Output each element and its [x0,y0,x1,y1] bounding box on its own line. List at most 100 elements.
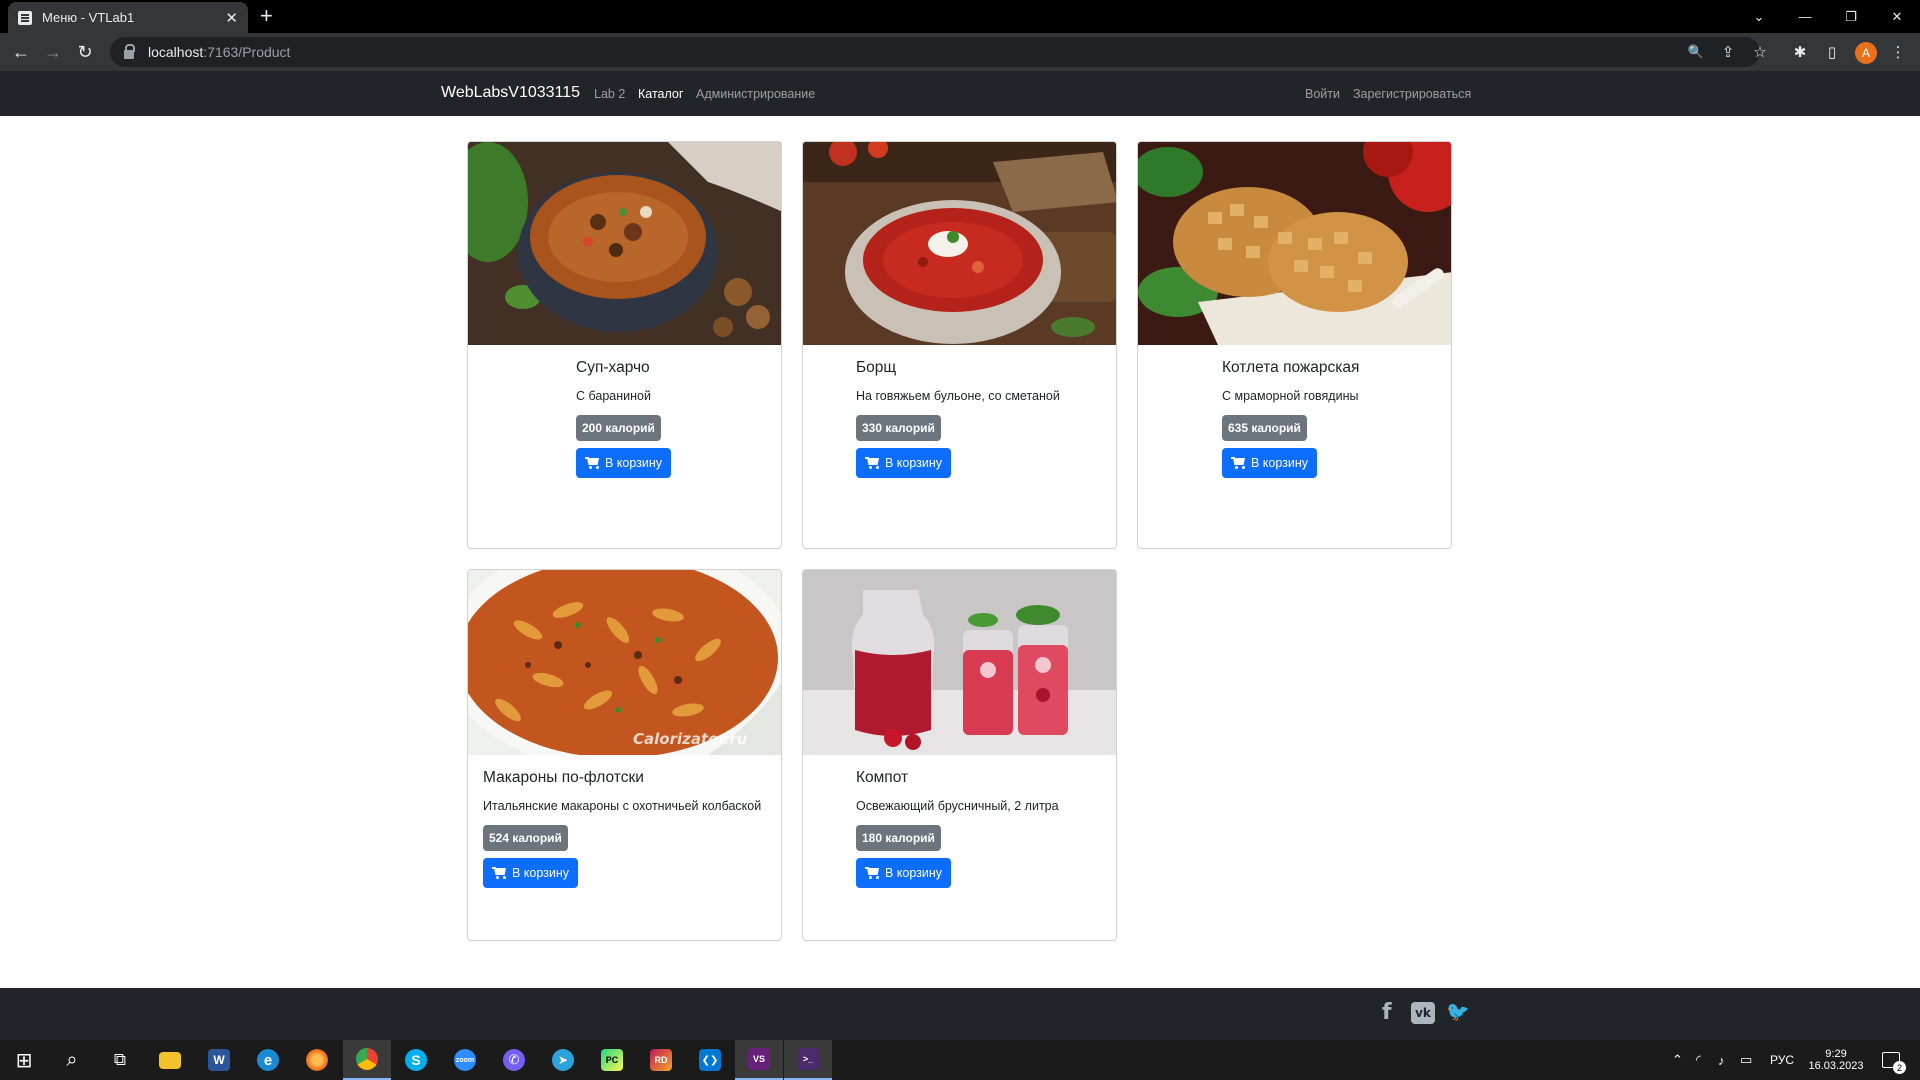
site-navbar: WebLabsV1033115 Lab 2 Каталог Администри… [0,71,1920,116]
restore-button[interactable]: ❐ [1828,0,1874,33]
taskbar-app-zoom[interactable]: zoom [441,1040,489,1080]
close-window-button[interactable]: ✕ [1874,0,1920,33]
taskbar-app-chrome[interactable] [343,1040,391,1080]
product-description: С бараниной [576,389,651,403]
clock[interactable]: 9:29 16.03.2023 [1806,1040,1866,1080]
clock-date: 16.03.2023 [1808,1060,1864,1072]
tab-search-icon[interactable]: ⌄ [1736,0,1782,33]
bookmark-star-icon[interactable]: ☆ [1746,33,1774,71]
nav-link-admin[interactable]: Администрирование [696,87,815,101]
add-to-cart-button[interactable]: В корзину [856,858,952,888]
twitter-icon[interactable]: 🐦 [1446,1000,1470,1023]
product-description: Итальянские макароны с охотничьей колбас… [483,799,762,813]
battery-icon[interactable]: ▭ [1740,1040,1752,1080]
product-card: Calorizator.ru Макароны по-флотски Италь… [467,569,782,941]
folder-icon [159,1051,181,1069]
add-to-cart-label: В корзину [885,456,943,470]
product-image-kharcho [468,142,781,345]
cart-icon [1231,457,1247,469]
calories-badge: 330 калорий [856,415,941,441]
product-title: Макароны по-флотски [483,769,644,786]
browser-toolbar: ← → ↻ localhost:7163/Product 🔍 ⇪ ☆ ✱ ▯ ⋮ [0,33,1920,71]
product-title: Котлета пожарская [1222,359,1360,376]
login-link[interactable]: Войти [1305,87,1340,101]
product-card: Котлета пожарская С мраморной говядины 6… [1137,141,1452,549]
reload-icon[interactable]: ↻ [70,33,100,71]
product-card-body: Суп-харчо С бараниной 200 калорий В корз… [576,359,672,478]
product-image-cutlet [1138,142,1451,345]
add-to-cart-label: В корзину [885,866,943,880]
notification-count: 2 [1893,1061,1906,1074]
windows-taskbar: ⊞ ⌕ ⧉ W e S zoom ✆ ➤ PC RD ❮❯ VS >_ ⌃ ◜ … [0,1040,1920,1080]
add-to-cart-button[interactable]: В корзину [1222,448,1318,478]
calories-badge: 180 калорий [856,825,941,851]
taskbar-app-terminal[interactable]: >_ [784,1040,832,1080]
viber-icon: ✆ [503,1049,525,1071]
product-card: Суп-харчо С бараниной 200 калорий В корз… [467,141,782,549]
taskbar-app-explorer[interactable] [146,1040,194,1080]
taskbar-search-button[interactable]: ⌕ [48,1040,96,1080]
product-title: Борщ [856,359,897,376]
input-language[interactable]: РУС [1770,1040,1794,1080]
taskbar-app-visual-studio[interactable]: VS [735,1040,783,1080]
url-host: localhost [148,44,204,60]
start-button[interactable]: ⊞ [0,1040,48,1080]
taskbar-app-pycharm[interactable]: PC [588,1040,636,1080]
share-icon[interactable]: ⇪ [1714,33,1742,71]
skype-icon: S [405,1049,427,1071]
address-bar[interactable]: localhost:7163/Product [110,37,1760,67]
back-icon[interactable]: ← [6,33,36,71]
taskbar-app-viber[interactable]: ✆ [490,1040,538,1080]
minimize-button[interactable]: — [1782,0,1828,33]
taskbar-app-firefox[interactable] [293,1040,341,1080]
add-to-cart-button[interactable]: В корзину [856,448,952,478]
tab-title: Меню - VTLab1 [42,10,135,25]
side-panel-icon[interactable]: ▯ [1818,33,1846,71]
vscode-icon: ❮❯ [699,1049,721,1071]
nav-link-lab2[interactable]: Lab 2 [594,87,625,101]
taskbar-app-vscode[interactable]: ❮❯ [686,1040,734,1080]
image-watermark: Calorizator.ru [633,730,748,748]
cart-icon [865,867,881,879]
taskbar-app-rider[interactable]: RD [637,1040,685,1080]
add-to-cart-label: В корзину [605,456,663,470]
zoom-icon: zoom [454,1049,476,1071]
tab-close-icon[interactable]: ✕ [225,9,238,27]
network-icon[interactable]: ◜ [1696,1040,1701,1080]
browser-tabstrip: Меню - VTLab1 ✕ + ⌄ — ❐ ✕ [0,0,1920,33]
nav-link-catalog[interactable]: Каталог [638,87,683,101]
vk-icon[interactable]: vk [1411,1002,1435,1024]
rider-icon: RD [650,1049,672,1071]
forward-icon[interactable]: → [38,33,68,71]
firefox-icon [306,1049,328,1071]
browser-menu-icon[interactable]: ⋮ [1884,33,1912,71]
taskbar-app-edge[interactable]: e [244,1040,292,1080]
edge-icon: e [257,1049,279,1071]
windows-icon: ⊞ [15,1049,33,1072]
facebook-icon[interactable]: f [1382,1000,1392,1025]
taskbar-app-skype[interactable]: S [392,1040,440,1080]
tray-chevron-icon[interactable]: ⌃ [1672,1040,1683,1080]
register-link[interactable]: Зарегистрироваться [1353,87,1471,101]
volume-icon[interactable]: ♪ [1718,1040,1725,1080]
taskbar-app-word[interactable]: W [195,1040,243,1080]
cart-icon [865,457,881,469]
chrome-icon [356,1048,378,1070]
product-card-body: Компот Освежающий брусничный, 2 литра 18… [856,769,1059,888]
zoom-icon[interactable]: 🔍 [1682,33,1710,71]
pycharm-icon: PC [601,1049,623,1071]
profile-avatar[interactable]: A [1855,42,1877,64]
telegram-icon: ➤ [552,1049,574,1071]
visual-studio-icon: VS [748,1048,770,1070]
cart-icon [492,867,508,879]
navbar-brand[interactable]: WebLabsV1033115 [441,84,580,102]
add-to-cart-button[interactable]: В корзину [576,448,672,478]
add-to-cart-button[interactable]: В корзину [483,858,579,888]
lock-icon[interactable] [124,43,135,59]
new-tab-button[interactable]: + [260,4,273,28]
task-view-button[interactable]: ⧉ [96,1040,144,1080]
browser-tab[interactable]: Меню - VTLab1 ✕ [8,2,248,33]
taskbar-app-telegram[interactable]: ➤ [539,1040,587,1080]
notifications-button[interactable]: 2 [1876,1040,1906,1080]
extensions-icon[interactable]: ✱ [1786,33,1814,71]
